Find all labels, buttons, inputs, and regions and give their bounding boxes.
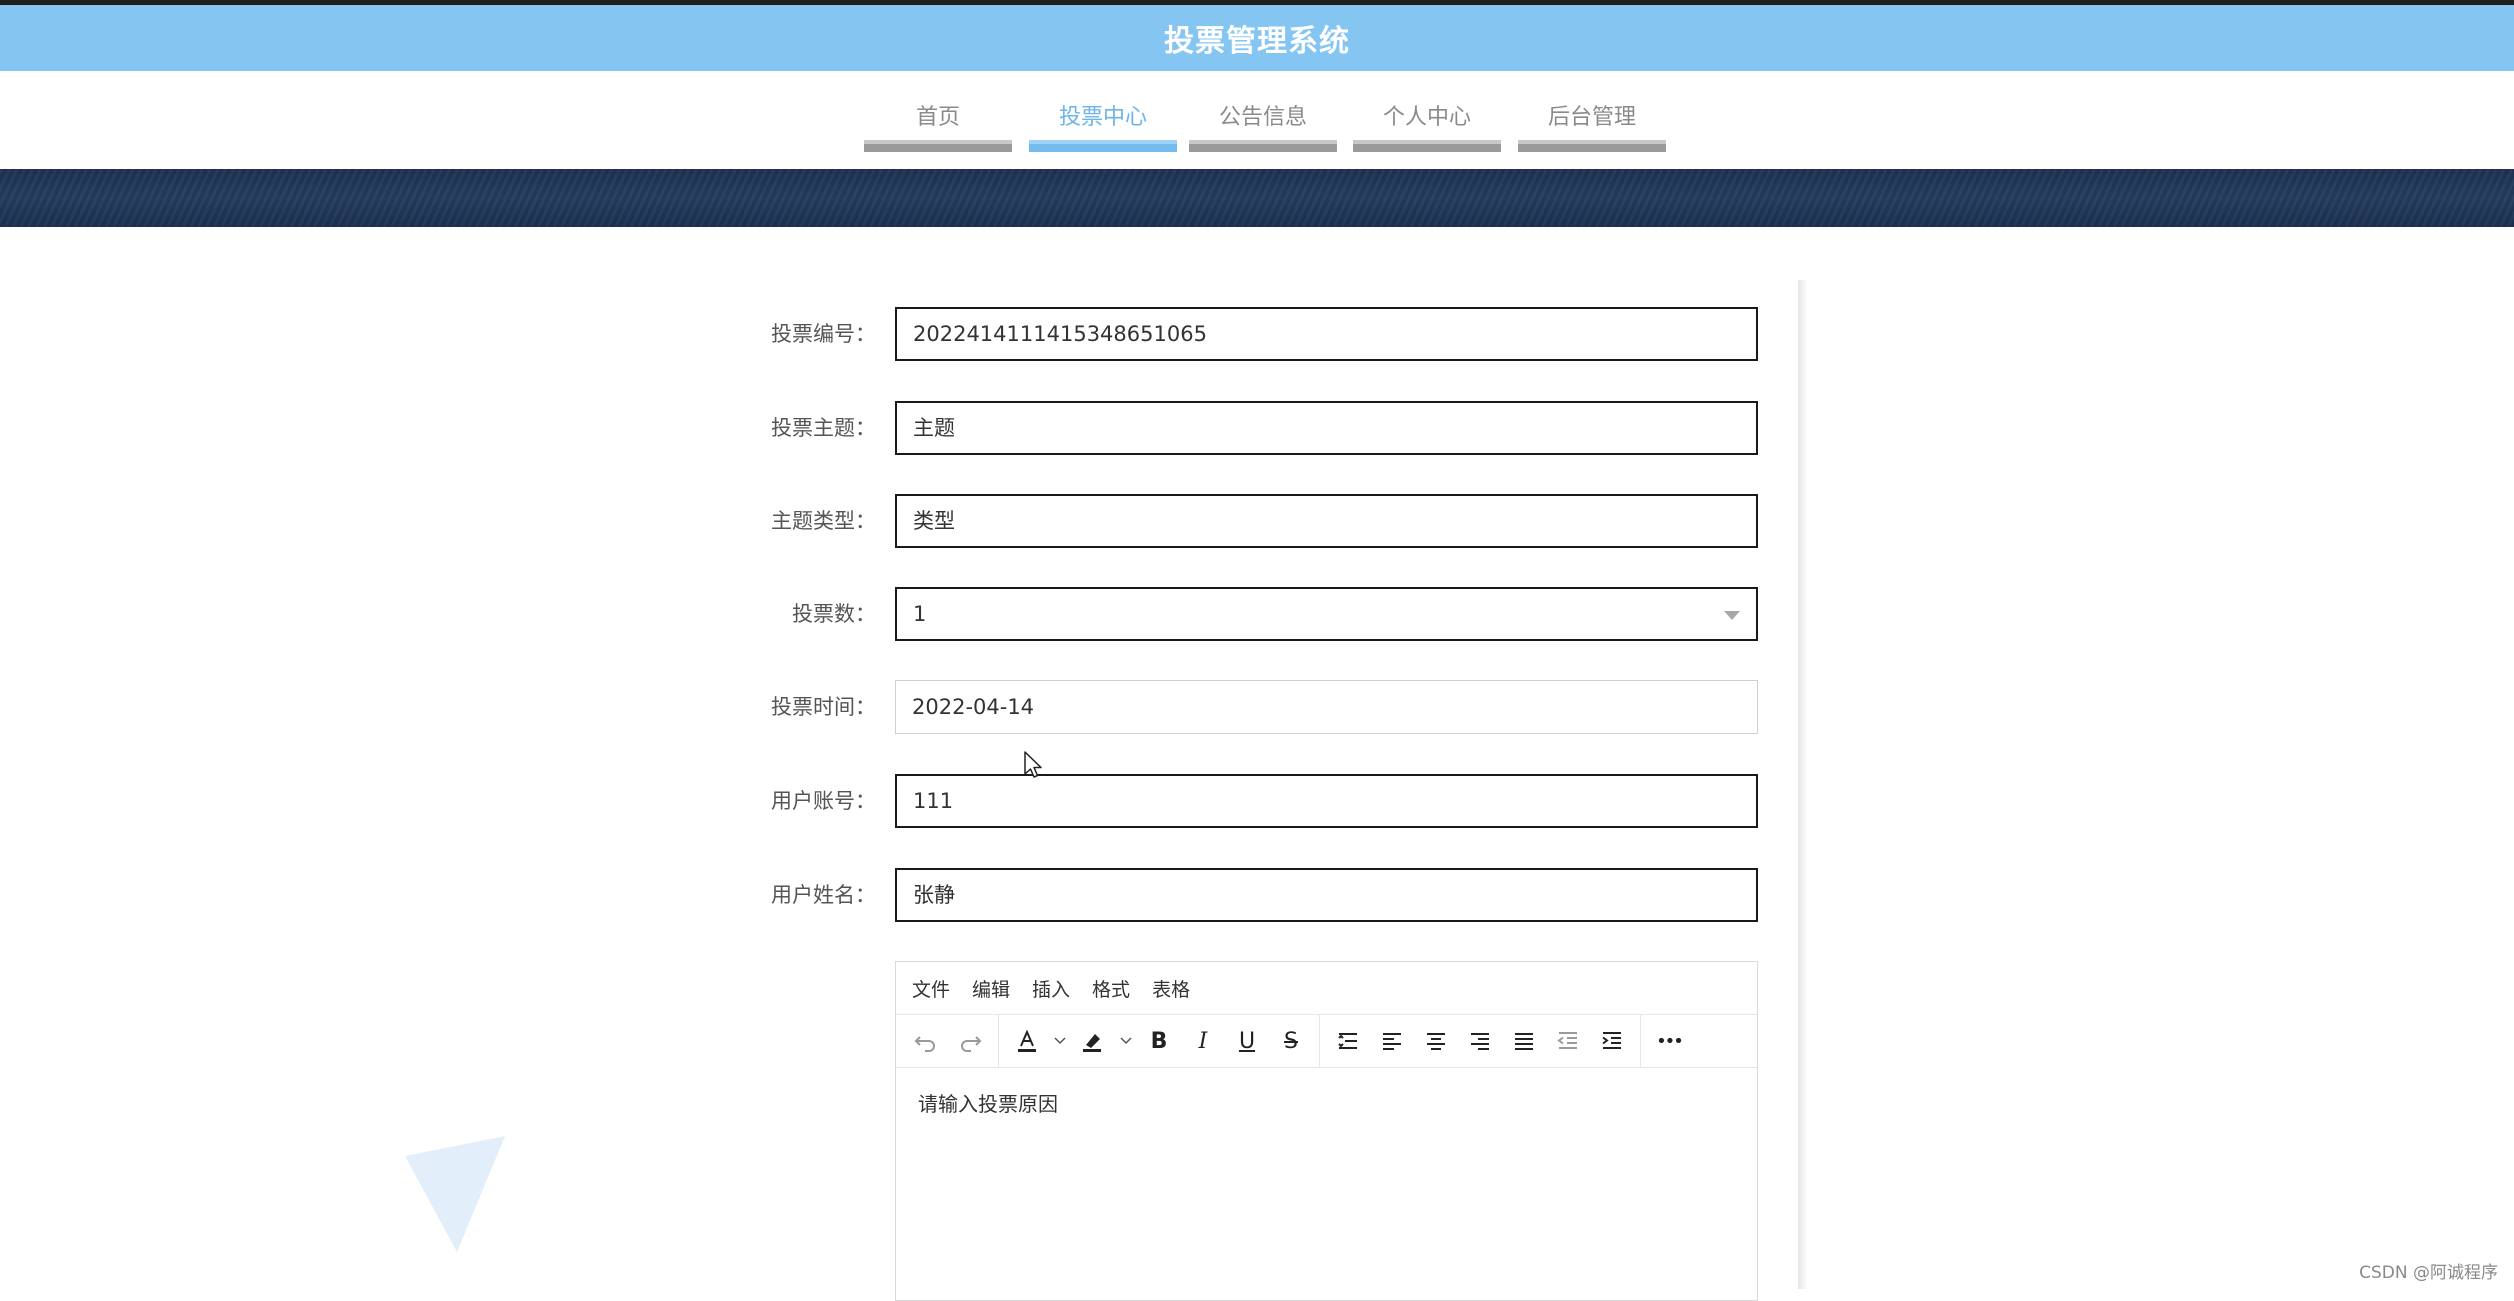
- chevron-down-icon: [1724, 611, 1740, 620]
- menu-edit[interactable]: 编辑: [972, 975, 1010, 1002]
- nav-item-label: 投票中心: [1058, 105, 1147, 130]
- chevron-down-icon[interactable]: [1115, 1019, 1137, 1063]
- nav-item-underline: [1189, 140, 1337, 152]
- header-bar: 投票管理系统: [0, 5, 2514, 71]
- user-name-input[interactable]: 张静: [895, 868, 1758, 922]
- indent-icon[interactable]: [1590, 1019, 1634, 1063]
- chevron-down-icon[interactable]: [1049, 1019, 1071, 1063]
- user-name-label: 用户姓名：: [771, 883, 876, 907]
- subject-type-input[interactable]: 类型: [895, 494, 1758, 548]
- bold-icon[interactable]: B: [1137, 1019, 1181, 1063]
- nav-item-admin[interactable]: 后台管理: [1518, 71, 1666, 169]
- form-row-subject: 投票主题： 主题: [700, 401, 1760, 455]
- text-color-icon[interactable]: [1005, 1019, 1049, 1063]
- toolbar-separator: [998, 1015, 999, 1067]
- toolbar-separator: [1640, 1015, 1641, 1067]
- nav-item-underline: [1029, 140, 1177, 152]
- vote-time-input[interactable]: 2022-04-14: [895, 680, 1758, 734]
- nav-item-profile[interactable]: 个人中心: [1353, 71, 1501, 169]
- nav-item-underline: [1518, 140, 1666, 152]
- subject-type-label: 主题类型：: [771, 509, 876, 533]
- watermark-text: CSDN @阿诚程序: [2359, 1263, 2498, 1283]
- vote-no-input[interactable]: 2022414111415348651065: [895, 307, 1758, 361]
- align-center-icon[interactable]: [1414, 1019, 1458, 1063]
- main-nav: 首页 投票中心 公告信息 个人中心 后台管理: [0, 71, 2514, 169]
- vote-count-select[interactable]: 1: [895, 587, 1758, 641]
- strikethrough-icon[interactable]: S: [1269, 1019, 1313, 1063]
- vote-count-label: 投票数：: [792, 602, 876, 626]
- nav-item-vote-center[interactable]: 投票中心: [1029, 71, 1177, 169]
- menu-table[interactable]: 表格: [1152, 975, 1190, 1002]
- nav-item-home[interactable]: 首页: [864, 71, 1012, 169]
- user-account-input[interactable]: 111: [895, 774, 1758, 828]
- align-left-icon[interactable]: [1370, 1019, 1414, 1063]
- form-row-user-account: 用户账号： 111: [700, 774, 1760, 828]
- menu-file[interactable]: 文件: [912, 975, 950, 1002]
- vote-count-value: 1: [913, 602, 927, 626]
- form-row-vote-time: 投票时间： 2022-04-14: [700, 680, 1760, 734]
- undo-icon[interactable]: [904, 1019, 948, 1063]
- underline-icon[interactable]: U: [1225, 1019, 1269, 1063]
- rich-text-editor: 文件 编辑 插入 格式 表格 B I U S ••• 请输入投票原因: [895, 961, 1758, 1301]
- decorative-triangle: [405, 1136, 505, 1252]
- menu-insert[interactable]: 插入: [1032, 975, 1070, 1002]
- panel-shadow: [1798, 280, 1808, 1289]
- banner-strip: [0, 169, 2514, 227]
- nav-item-announcements[interactable]: 公告信息: [1189, 71, 1337, 169]
- align-justify-icon[interactable]: [1502, 1019, 1546, 1063]
- nav-item-label: 个人中心: [1382, 105, 1471, 130]
- nav-item-label: 后台管理: [1547, 105, 1636, 130]
- menu-format[interactable]: 格式: [1092, 975, 1130, 1002]
- form-row-subject-type: 主题类型： 类型: [700, 494, 1760, 548]
- vote-time-label: 投票时间：: [771, 695, 876, 719]
- highlight-color-icon[interactable]: [1071, 1019, 1115, 1063]
- app-title: 投票管理系统: [1164, 24, 1350, 59]
- form-row-vote-count: 投票数： 1: [700, 587, 1760, 641]
- vote-no-label: 投票编号：: [771, 322, 876, 346]
- italic-icon[interactable]: I: [1181, 1019, 1225, 1063]
- outdent-icon[interactable]: [1546, 1019, 1590, 1063]
- nav-item-label: 公告信息: [1218, 105, 1307, 130]
- nav-item-label: 首页: [915, 105, 960, 130]
- user-account-label: 用户账号：: [771, 789, 876, 813]
- nav-item-underline: [1353, 140, 1501, 152]
- form-row-vote-no: 投票编号： 2022414111415348651065: [700, 307, 1760, 361]
- form-row-user-name: 用户姓名： 张静: [700, 868, 1760, 922]
- subject-label: 投票主题：: [771, 416, 876, 440]
- nav-item-underline: [864, 140, 1012, 152]
- line-height-icon[interactable]: [1326, 1019, 1370, 1063]
- mouse-cursor-icon: [1024, 751, 1042, 778]
- editor-toolbar: B I U S •••: [896, 1015, 1757, 1068]
- toolbar-separator: [1319, 1015, 1320, 1067]
- editor-content[interactable]: 请输入投票原因: [896, 1068, 1757, 1137]
- align-right-icon[interactable]: [1458, 1019, 1502, 1063]
- redo-icon[interactable]: [948, 1019, 992, 1063]
- editor-body-text: 请输入投票原因: [918, 1092, 1058, 1116]
- more-options-icon[interactable]: •••: [1647, 1019, 1691, 1063]
- editor-menubar: 文件 编辑 插入 格式 表格: [896, 962, 1757, 1015]
- subject-input[interactable]: 主题: [895, 401, 1758, 455]
